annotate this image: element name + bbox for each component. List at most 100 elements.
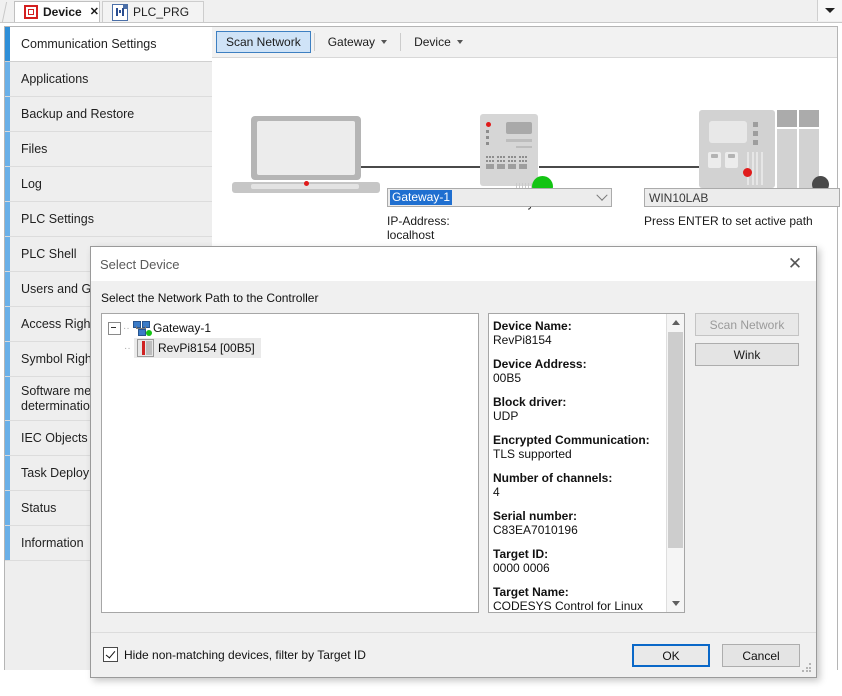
tree-node-device[interactable]: ·· RevPi8154 [00B5] bbox=[102, 338, 478, 358]
network-path-tree[interactable]: ·· Gateway-1 ·· bbox=[101, 313, 479, 613]
info-value-device-name: RevPi8154 bbox=[493, 333, 667, 347]
scroll-down-icon[interactable] bbox=[667, 595, 684, 612]
checkbox-box[interactable] bbox=[103, 647, 118, 662]
cancel-button-label: Cancel bbox=[742, 649, 779, 663]
ok-button[interactable]: OK bbox=[632, 644, 710, 667]
wire-gateway-to-plc bbox=[539, 166, 699, 168]
sidebar-item-label: Access Rights bbox=[21, 317, 100, 331]
selection-accent-bar bbox=[5, 27, 10, 61]
sidebar-item-label: Applications bbox=[21, 72, 88, 86]
chevron-down-icon[interactable] bbox=[593, 189, 611, 206]
tree-connector: ·· bbox=[124, 343, 134, 354]
editor-tab-strip: Device ✕ PLC_PRG bbox=[0, 0, 842, 23]
sidebar-item-label: Backup and Restore bbox=[21, 107, 134, 121]
accent-bar bbox=[5, 132, 10, 166]
sidebar-item-files[interactable]: Files bbox=[5, 132, 212, 167]
sidebar-item-plc-settings[interactable]: PLC Settings bbox=[5, 202, 212, 237]
accent-bar bbox=[5, 377, 10, 420]
online-status-dot bbox=[146, 330, 152, 336]
gateway-menu-button[interactable]: Gateway bbox=[318, 31, 397, 53]
hide-non-matching-devices-checkbox[interactable]: Hide non-matching devices, filter by Tar… bbox=[103, 647, 366, 662]
active-device-value: WIN10LAB bbox=[649, 191, 708, 205]
tree-node-label: RevPi8154 [00B5] bbox=[158, 341, 255, 355]
sidebar-item-label: Files bbox=[21, 142, 47, 156]
active-device-input[interactable]: WIN10LAB bbox=[644, 188, 840, 207]
dialog-title-bar[interactable]: Select Device ✕ bbox=[91, 247, 816, 281]
chevron-down-icon bbox=[381, 40, 387, 44]
tab-overflow-button[interactable] bbox=[817, 0, 842, 21]
info-value-device-address: 00B5 bbox=[493, 371, 667, 385]
device-info-scrollbar[interactable] bbox=[666, 314, 684, 612]
info-label-device-name: Device Name: bbox=[493, 319, 667, 333]
gateway-ip-caption: IP-Address: localhost bbox=[387, 214, 450, 242]
device-label: Device bbox=[414, 35, 451, 49]
dialog-wink-label: Wink bbox=[734, 348, 761, 362]
tab-device-label: Device bbox=[43, 5, 82, 19]
gateway-select-combobox[interactable]: Gateway-1 bbox=[387, 188, 612, 207]
scan-network-button[interactable]: Scan Network bbox=[216, 31, 311, 53]
accent-bar bbox=[5, 237, 10, 271]
cancel-button[interactable]: Cancel bbox=[722, 644, 800, 667]
scrollbar-thumb[interactable] bbox=[668, 332, 683, 548]
dialog-footer: Hide non-matching devices, filter by Tar… bbox=[91, 632, 816, 677]
active-path-hint: Press ENTER to set active path bbox=[644, 214, 813, 228]
ok-button-label: OK bbox=[662, 649, 679, 663]
sidebar-item-log[interactable]: Log bbox=[5, 167, 212, 202]
tree-node-gateway[interactable]: ·· Gateway-1 bbox=[102, 318, 478, 338]
laptop-status-led bbox=[304, 181, 309, 186]
info-value-serial-number: C83EA7010196 bbox=[493, 523, 667, 537]
gateway-device-icon bbox=[480, 114, 538, 186]
info-label-device-address: Device Address: bbox=[493, 357, 667, 371]
sidebar-item-communication-settings[interactable]: Communication Settings bbox=[5, 27, 212, 62]
info-label-number-of-channels: Number of channels: bbox=[493, 471, 667, 485]
checkbox-label: Hide non-matching devices, filter by Tar… bbox=[124, 648, 366, 662]
scan-network-label: Scan Network bbox=[226, 35, 301, 49]
dialog-subtitle: Select the Network Path to the Controlle… bbox=[101, 291, 318, 305]
info-label-encrypted-communication: Encrypted Communication: bbox=[493, 433, 667, 447]
accent-bar bbox=[5, 272, 10, 306]
device-info-panel: Device Name: RevPi8154 Device Address: 0… bbox=[488, 313, 685, 613]
sidebar-item-label: Status bbox=[21, 501, 56, 515]
sidebar-item-label: Log bbox=[21, 177, 42, 191]
accent-bar bbox=[5, 491, 10, 525]
dialog-wink-button[interactable]: Wink bbox=[695, 343, 799, 366]
info-label-serial-number: Serial number: bbox=[493, 509, 667, 523]
sidebar-item-applications[interactable]: Applications bbox=[5, 62, 212, 97]
dialog-scan-network-label: Scan Network bbox=[710, 318, 785, 332]
close-icon[interactable]: ✕ bbox=[774, 247, 816, 281]
sidebar-item-label: IEC Objects bbox=[21, 431, 88, 445]
chevron-down-icon bbox=[457, 40, 463, 44]
tab-device[interactable]: Device ✕ bbox=[14, 1, 100, 22]
scroll-up-icon[interactable] bbox=[667, 314, 684, 331]
plc-status-led bbox=[743, 168, 752, 177]
device-icon bbox=[24, 5, 38, 19]
dialog-scan-network-button[interactable]: Scan Network bbox=[695, 313, 799, 336]
info-value-target-name: CODESYS Control for Linux ARM SL bbox=[493, 599, 667, 612]
device-menu-button[interactable]: Device bbox=[404, 31, 473, 53]
info-value-number-of-channels: 4 bbox=[493, 485, 667, 499]
accent-bar bbox=[5, 62, 10, 96]
sidebar-item-backup-and-restore[interactable]: Backup and Restore bbox=[5, 97, 212, 132]
gateway-select-value: Gateway-1 bbox=[390, 190, 452, 205]
info-value-target-id: 0000 0006 bbox=[493, 561, 667, 575]
accent-bar bbox=[5, 526, 10, 560]
accent-bar bbox=[5, 342, 10, 376]
device-node-icon bbox=[137, 339, 154, 357]
accent-bar bbox=[5, 456, 10, 490]
tab-plc-prg[interactable]: PLC_PRG bbox=[102, 1, 204, 22]
tab-plc-prg-label: PLC_PRG bbox=[133, 5, 189, 19]
accent-bar bbox=[5, 167, 10, 201]
close-icon[interactable]: ✕ bbox=[90, 7, 99, 18]
collapse-icon[interactable] bbox=[108, 322, 121, 335]
info-value-block-driver: UDP bbox=[493, 409, 667, 423]
resize-grip-icon[interactable] bbox=[802, 663, 812, 673]
gateway-label: Gateway bbox=[328, 35, 375, 49]
tree-node-label: Gateway-1 bbox=[153, 321, 211, 335]
select-device-dialog: Select Device ✕ Select the Network Path … bbox=[90, 246, 817, 678]
toolbar-separator bbox=[400, 33, 401, 51]
tree-connector: ·· bbox=[123, 323, 133, 334]
dialog-title: Select Device bbox=[100, 257, 179, 272]
accent-bar bbox=[5, 202, 10, 236]
sidebar-item-label: PLC Settings bbox=[21, 212, 94, 226]
info-value-encrypted-communication: TLS supported bbox=[493, 447, 667, 461]
